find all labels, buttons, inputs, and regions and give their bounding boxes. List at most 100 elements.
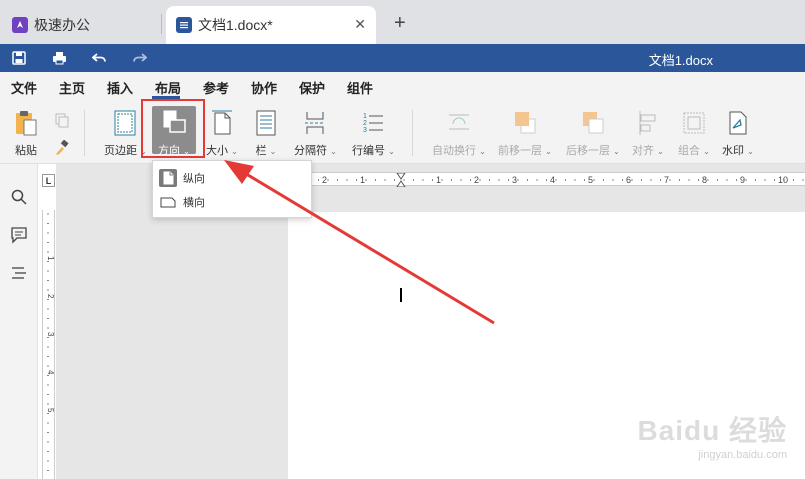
undo-icon[interactable] — [90, 49, 108, 67]
ruler-label: 1 — [46, 256, 54, 261]
ruler-label: 1 — [436, 175, 441, 185]
size-label: 大小 — [206, 145, 228, 157]
chevron-down-icon: ⌄ — [269, 147, 277, 156]
first-line-indent-marker[interactable] — [396, 172, 406, 180]
breaks-label: 分隔符 — [294, 145, 327, 157]
landscape-page-icon — [159, 193, 177, 211]
tab-document-label: 文档1.docx* — [198, 17, 273, 33]
page-size-icon — [210, 110, 234, 136]
wrap-text-label: 自动换行 — [432, 145, 476, 157]
send-backward-button[interactable]: 后移一层 ⌄ — [566, 110, 620, 158]
chevron-down-icon: ⌄ — [330, 147, 337, 156]
bring-forward-label: 前移一层 — [498, 145, 542, 157]
ruler-label: 9 — [740, 175, 745, 185]
close-icon[interactable]: ✕ — [354, 16, 366, 33]
portrait-page-icon — [159, 169, 177, 187]
align-button[interactable]: 对齐 ⌄ — [632, 110, 664, 158]
left-indent-marker[interactable] — [396, 180, 406, 188]
watermark-brand: Baidu 经验 — [637, 415, 787, 446]
document-icon — [176, 17, 192, 33]
watermark-label: 水印 — [722, 145, 744, 157]
search-icon[interactable] — [10, 188, 28, 206]
orientation-landscape-option[interactable]: 横向 — [159, 191, 205, 213]
menu-collaborate[interactable]: 协作 — [251, 78, 277, 97]
orientation-portrait-option[interactable]: 纵向 — [159, 167, 205, 189]
watermark-icon — [726, 110, 750, 136]
ruler-label: 3 — [512, 175, 517, 185]
ruler-label: 10 — [778, 175, 788, 185]
save-icon[interactable] — [10, 49, 28, 67]
svg-text:2: 2 — [363, 120, 367, 127]
line-numbers-icon: 123 — [361, 110, 385, 136]
left-sidebar — [0, 164, 38, 479]
horizontal-ruler-labels: 2 1 1 2 3 4 5 6 7 8 9 10 — [322, 175, 788, 185]
group-button[interactable]: 组合 ⌄ — [678, 110, 710, 158]
size-button[interactable]: 大小 ⌄ — [206, 110, 238, 158]
align-icon — [636, 110, 660, 136]
wrap-text-button[interactable]: 自动换行 ⌄ — [432, 110, 486, 158]
ruler-label: 2 — [46, 294, 54, 299]
svg-text:1: 1 — [363, 113, 367, 120]
annotation-highlight-box — [141, 99, 205, 158]
menu-insert[interactable]: 插入 — [107, 78, 133, 97]
wrap-text-icon — [447, 110, 471, 136]
copy-icon[interactable] — [54, 112, 70, 131]
baidu-watermark: Baidu 经验 jingyan.baidu.com — [637, 409, 787, 461]
portrait-label: 纵向 — [183, 173, 205, 185]
tab-document[interactable]: 文档1.docx* ✕ — [166, 6, 376, 44]
menu-references[interactable]: 参考 — [203, 78, 229, 97]
menu-home[interactable]: 主页 — [59, 78, 85, 97]
columns-icon — [254, 110, 278, 136]
ruler-label: 2 — [322, 175, 327, 185]
chevron-down-icon: ⌄ — [657, 147, 664, 156]
tab-separator — [161, 14, 162, 34]
line-numbers-button[interactable]: 123 行编号 ⌄ — [352, 110, 395, 158]
columns-label: 栏 — [255, 145, 267, 157]
paste-label: 粘贴 — [15, 145, 37, 157]
send-backward-icon — [581, 110, 605, 136]
bring-forward-icon — [513, 110, 537, 136]
comment-icon[interactable] — [10, 226, 28, 244]
ruler-label: 3 — [46, 332, 54, 337]
redo-icon[interactable] — [130, 49, 148, 67]
tab-app[interactable]: 极速办公 — [2, 6, 160, 44]
ribbon-separator — [412, 110, 413, 156]
watermark-button[interactable]: 水印 ⌄ — [722, 110, 754, 158]
document-title: 文档1.docx — [648, 53, 713, 68]
chevron-down-icon: ⌄ — [388, 147, 395, 156]
format-painter-icon[interactable] — [54, 139, 70, 159]
columns-button[interactable]: 栏 ⌄ — [254, 110, 278, 158]
tab-strip: 极速办公 文档1.docx* ✕ + — [0, 0, 805, 44]
menu-protect[interactable]: 保护 — [299, 78, 325, 97]
vertical-ruler[interactable]: 1 2 3 4 5 — [42, 210, 55, 479]
menu-layout[interactable]: 布局 — [155, 78, 181, 97]
menu-plugins[interactable]: 组件 — [347, 78, 373, 97]
paste-button[interactable]: 粘贴 — [14, 110, 38, 158]
ruler-label: 2 — [474, 175, 479, 185]
chevron-down-icon: ⌄ — [703, 147, 710, 156]
bring-forward-button[interactable]: 前移一层 ⌄ — [498, 110, 552, 158]
ruler-label: 1 — [360, 175, 365, 185]
tab-stop-selector[interactable]: L — [42, 174, 55, 187]
vertical-ruler-ticks: 1 2 3 4 5 — [46, 213, 55, 471]
chevron-down-icon: ⌄ — [231, 147, 238, 156]
horizontal-ruler-ticks: 2 1 1 2 3 4 5 6 7 8 9 10 — [308, 172, 804, 188]
new-tab-button[interactable]: + — [394, 12, 406, 35]
group-icon — [682, 110, 706, 136]
print-icon[interactable] — [50, 49, 68, 67]
ribbon-separator — [84, 110, 85, 156]
ruler-label: 4 — [46, 370, 54, 375]
menu-file[interactable]: 文件 — [11, 78, 37, 97]
navigation-icon[interactable] — [10, 264, 28, 282]
breaks-button[interactable]: 分隔符 ⌄ — [294, 110, 337, 158]
ruler-label: 7 — [664, 175, 669, 185]
horizontal-ruler[interactable]: 2 1 1 2 3 4 5 6 7 8 9 10 — [305, 172, 805, 188]
ruler-label: 4 — [550, 175, 555, 185]
send-backward-label: 后移一层 — [566, 145, 610, 157]
line-numbers-label: 行编号 — [352, 145, 385, 157]
menu-bar: 文件 主页 插入 布局 参考 协作 保护 组件 — [0, 72, 805, 100]
watermark-url: jingyan.baidu.com — [698, 449, 787, 461]
landscape-label: 横向 — [183, 197, 205, 209]
chevron-down-icon: ⌄ — [545, 147, 552, 156]
title-bar: 文档1.docx — [0, 44, 805, 72]
